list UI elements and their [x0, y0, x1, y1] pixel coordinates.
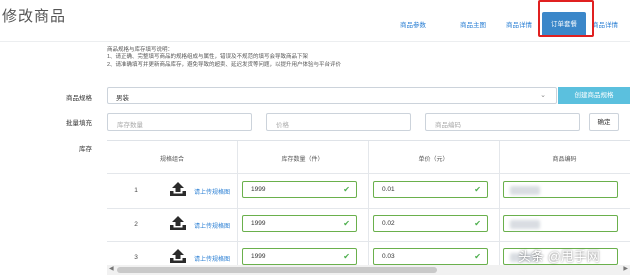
- tab-product-params[interactable]: 商品参数: [400, 19, 426, 29]
- confirm-button[interactable]: 确定: [589, 113, 619, 131]
- scroll-left-icon[interactable]: ◀: [109, 265, 114, 272]
- batch-price-input[interactable]: 价格: [266, 113, 411, 131]
- highlight-box: [538, 0, 594, 37]
- check-icon: ✔: [474, 219, 481, 228]
- check-icon: ✔: [343, 185, 350, 194]
- header-unit-price: 单价（元）: [418, 157, 449, 163]
- unit-price-input[interactable]: 0.02 ✔: [373, 215, 488, 232]
- stock-quantity-value: 1999: [251, 253, 266, 260]
- spec-label: 商品规格: [66, 95, 92, 102]
- page-title: 修改商品: [2, 8, 67, 25]
- watermark: 头条 @甩手网: [518, 249, 600, 264]
- row-index: 2: [134, 221, 138, 228]
- batch-price-placeholder: 价格: [276, 122, 289, 129]
- unit-price-value: 0.03: [382, 253, 395, 260]
- unit-price-value: 0.02: [382, 220, 395, 227]
- upload-icon[interactable]: [169, 181, 187, 197]
- instructions: 商品规格与库存填写说明： 1、请正确、完整填写商品的规格组成与属性，错误及不规范…: [107, 47, 341, 69]
- header-spec-combo: 规格组合: [159, 157, 184, 163]
- product-code-input[interactable]: [503, 215, 618, 232]
- batch-code-placeholder: 商品编码: [435, 122, 461, 129]
- batch-code-input[interactable]: 商品编码: [425, 113, 580, 131]
- row-divider: [107, 208, 630, 209]
- header-divider: [0, 41, 630, 42]
- batch-label: 批量填充: [66, 120, 92, 127]
- row-index: 1: [134, 187, 138, 194]
- unit-price-input[interactable]: 0.03 ✔: [373, 248, 488, 265]
- stock-quantity-input[interactable]: 1999 ✔: [242, 215, 357, 232]
- row-index: 3: [134, 254, 138, 261]
- upload-icon[interactable]: [169, 248, 187, 264]
- check-icon: ✔: [474, 185, 481, 194]
- stock-quantity-input[interactable]: 1999 ✔: [242, 248, 357, 265]
- check-icon: ✔: [474, 252, 481, 261]
- stock-quantity-value: 1999: [251, 220, 266, 227]
- horizontal-scrollbar[interactable]: ◀ ▶: [107, 265, 630, 275]
- stock-quantity-input[interactable]: 1999 ✔: [242, 181, 357, 198]
- instructions-line-1: 1、请正确、完整填写商品的规格组成与属性，错误及不规范的填写会导致商品下架: [107, 54, 309, 61]
- tab-product-details[interactable]: 商品详情: [506, 19, 532, 29]
- batch-stock-input[interactable]: 库存数量: [107, 113, 252, 131]
- tab-product-details-2[interactable]: 商品详情: [592, 19, 618, 29]
- row-divider: [107, 241, 630, 242]
- blurred-code: [510, 186, 540, 195]
- stock-quantity-value: 1999: [251, 186, 266, 193]
- scroll-right-icon[interactable]: ▶: [623, 265, 628, 272]
- tab-main-images[interactable]: 商品主图: [460, 19, 486, 29]
- tab-bar: 商品参数 商品主图 商品详情 订单套餐 商品详情: [396, 12, 630, 42]
- scrollbar-thumb[interactable]: [117, 267, 437, 273]
- unit-price-value: 0.01: [382, 186, 395, 193]
- header-stock-qty: 库存数量（件）: [281, 157, 324, 163]
- row-divider: [107, 173, 630, 174]
- blurred-code: [510, 220, 540, 229]
- spec-select[interactable]: 男装 ⌄: [107, 87, 557, 104]
- upload-icon[interactable]: [169, 215, 187, 231]
- chevron-down-icon: ⌄: [540, 92, 546, 99]
- stock-label: 库存: [79, 146, 92, 153]
- check-icon: ✔: [343, 252, 350, 261]
- batch-stock-placeholder: 库存数量: [117, 122, 143, 129]
- upload-spec-image-link[interactable]: 请上传规格图: [194, 187, 230, 196]
- create-spec-button[interactable]: 创建商品规格: [558, 87, 630, 104]
- instructions-line-2: 2、请准确填写并更新商品库存，避免导致的超卖、延迟发货等问题，以提升用户体验与平…: [107, 61, 342, 68]
- product-code-input[interactable]: [503, 181, 618, 198]
- header-product-code: 商品编码: [552, 157, 577, 163]
- check-icon: ✔: [343, 219, 350, 228]
- upload-spec-image-link[interactable]: 请上传规格图: [194, 254, 230, 263]
- spec-select-value: 男装: [116, 95, 129, 102]
- upload-spec-image-link[interactable]: 请上传规格图: [194, 221, 230, 230]
- unit-price-input[interactable]: 0.01 ✔: [373, 181, 488, 198]
